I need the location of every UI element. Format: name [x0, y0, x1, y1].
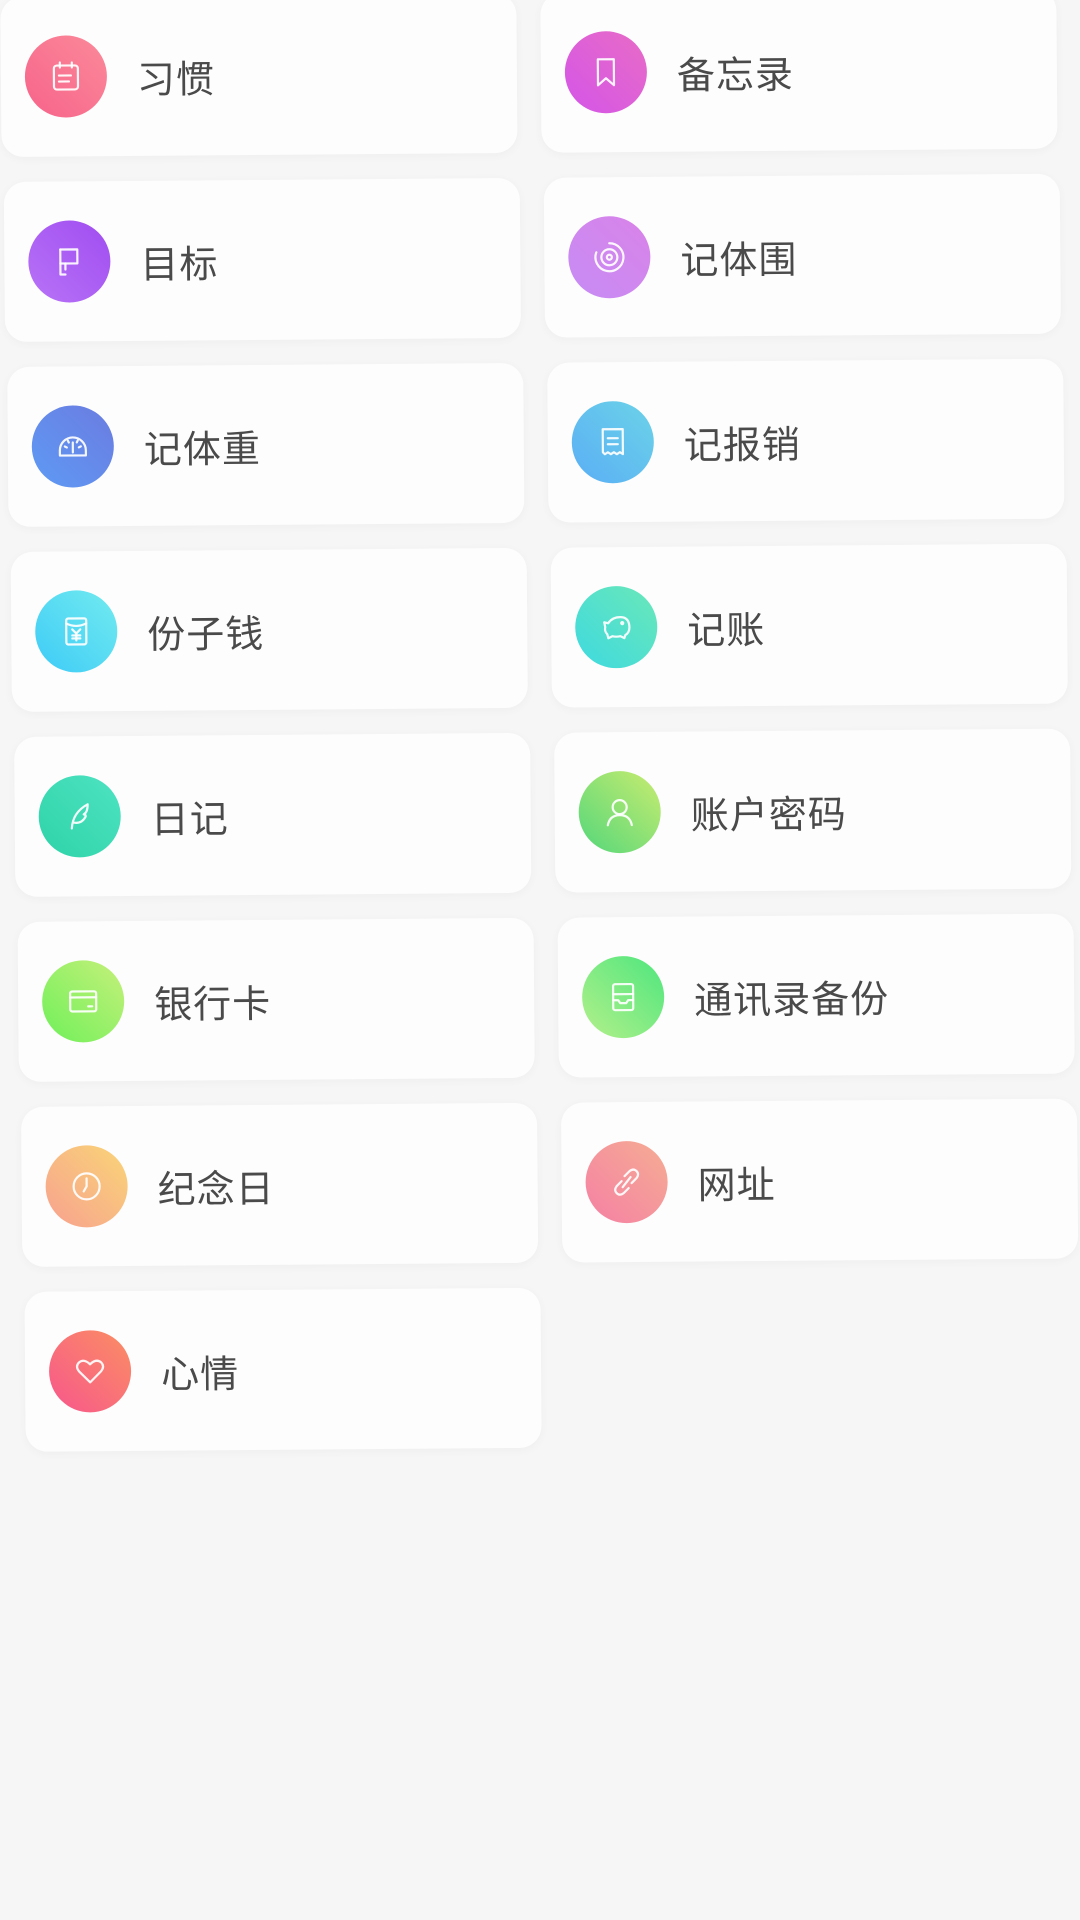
contacts-box-icon [581, 955, 665, 1039]
calendar-icon [24, 35, 108, 118]
tool-label: 纪念日 [157, 1166, 275, 1212]
bookmark-icon [564, 30, 648, 114]
tool-label: 记账 [687, 607, 766, 653]
heart-icon [48, 1330, 132, 1413]
gauge-icon [31, 405, 115, 488]
tool-label: 习惯 [136, 56, 216, 102]
tool-label: 心情 [160, 1351, 240, 1397]
tool-card-gift-money[interactable]: 份子钱 [10, 547, 528, 712]
bank-card-icon [41, 960, 125, 1043]
tool-card-contacts-backup[interactable]: 通讯录备份 [557, 913, 1075, 1078]
tool-card-anniversary[interactable]: 纪念日 [21, 1102, 539, 1267]
tool-card-habit[interactable]: 习惯 [0, 0, 518, 157]
tool-label: 日记 [150, 796, 229, 842]
tool-card-bank-card[interactable]: 银行卡 [17, 917, 535, 1082]
tool-card-website[interactable]: 网址 [560, 1098, 1079, 1263]
flag-icon [28, 220, 111, 303]
tool-label: 记体重 [143, 426, 262, 472]
receipt-icon [571, 400, 655, 484]
tool-card-diary[interactable]: 日记 [14, 732, 532, 897]
tool-card-body-measure[interactable]: 记体围 [543, 173, 1061, 338]
piggy-bank-icon [574, 585, 658, 669]
tool-label: 记体围 [680, 237, 798, 283]
link-icon [585, 1140, 668, 1224]
clock-icon [45, 1145, 128, 1228]
tools-screen: 习惯 备忘录 目标 记体围 记体重 记报销 份子钱 记账 日记 账户密码 银行卡… [0, 0, 1080, 1920]
feather-icon [38, 775, 122, 858]
user-icon [578, 770, 662, 854]
tool-card-reimburse[interactable]: 记报销 [547, 358, 1065, 523]
tool-card-bookkeeping[interactable]: 记账 [550, 543, 1068, 708]
tool-label: 账户密码 [690, 791, 847, 838]
target-circle-icon [568, 215, 651, 299]
tool-label: 记报销 [683, 422, 802, 468]
tool-card-mood[interactable]: 心情 [24, 1287, 542, 1452]
tool-label: 网址 [697, 1162, 776, 1208]
tool-label: 备忘录 [676, 52, 795, 98]
tool-card-memo[interactable]: 备忘录 [540, 0, 1058, 153]
red-envelope-icon [34, 590, 118, 673]
tool-card-weight[interactable]: 记体重 [7, 362, 525, 527]
tool-card-account-password[interactable]: 账户密码 [554, 728, 1072, 893]
tool-label: 份子钱 [147, 611, 265, 657]
tool-label: 通讯录备份 [694, 976, 890, 1023]
tool-label: 目标 [140, 241, 219, 287]
tool-card-goal[interactable]: 目标 [3, 177, 521, 342]
tool-label: 银行卡 [154, 981, 272, 1027]
